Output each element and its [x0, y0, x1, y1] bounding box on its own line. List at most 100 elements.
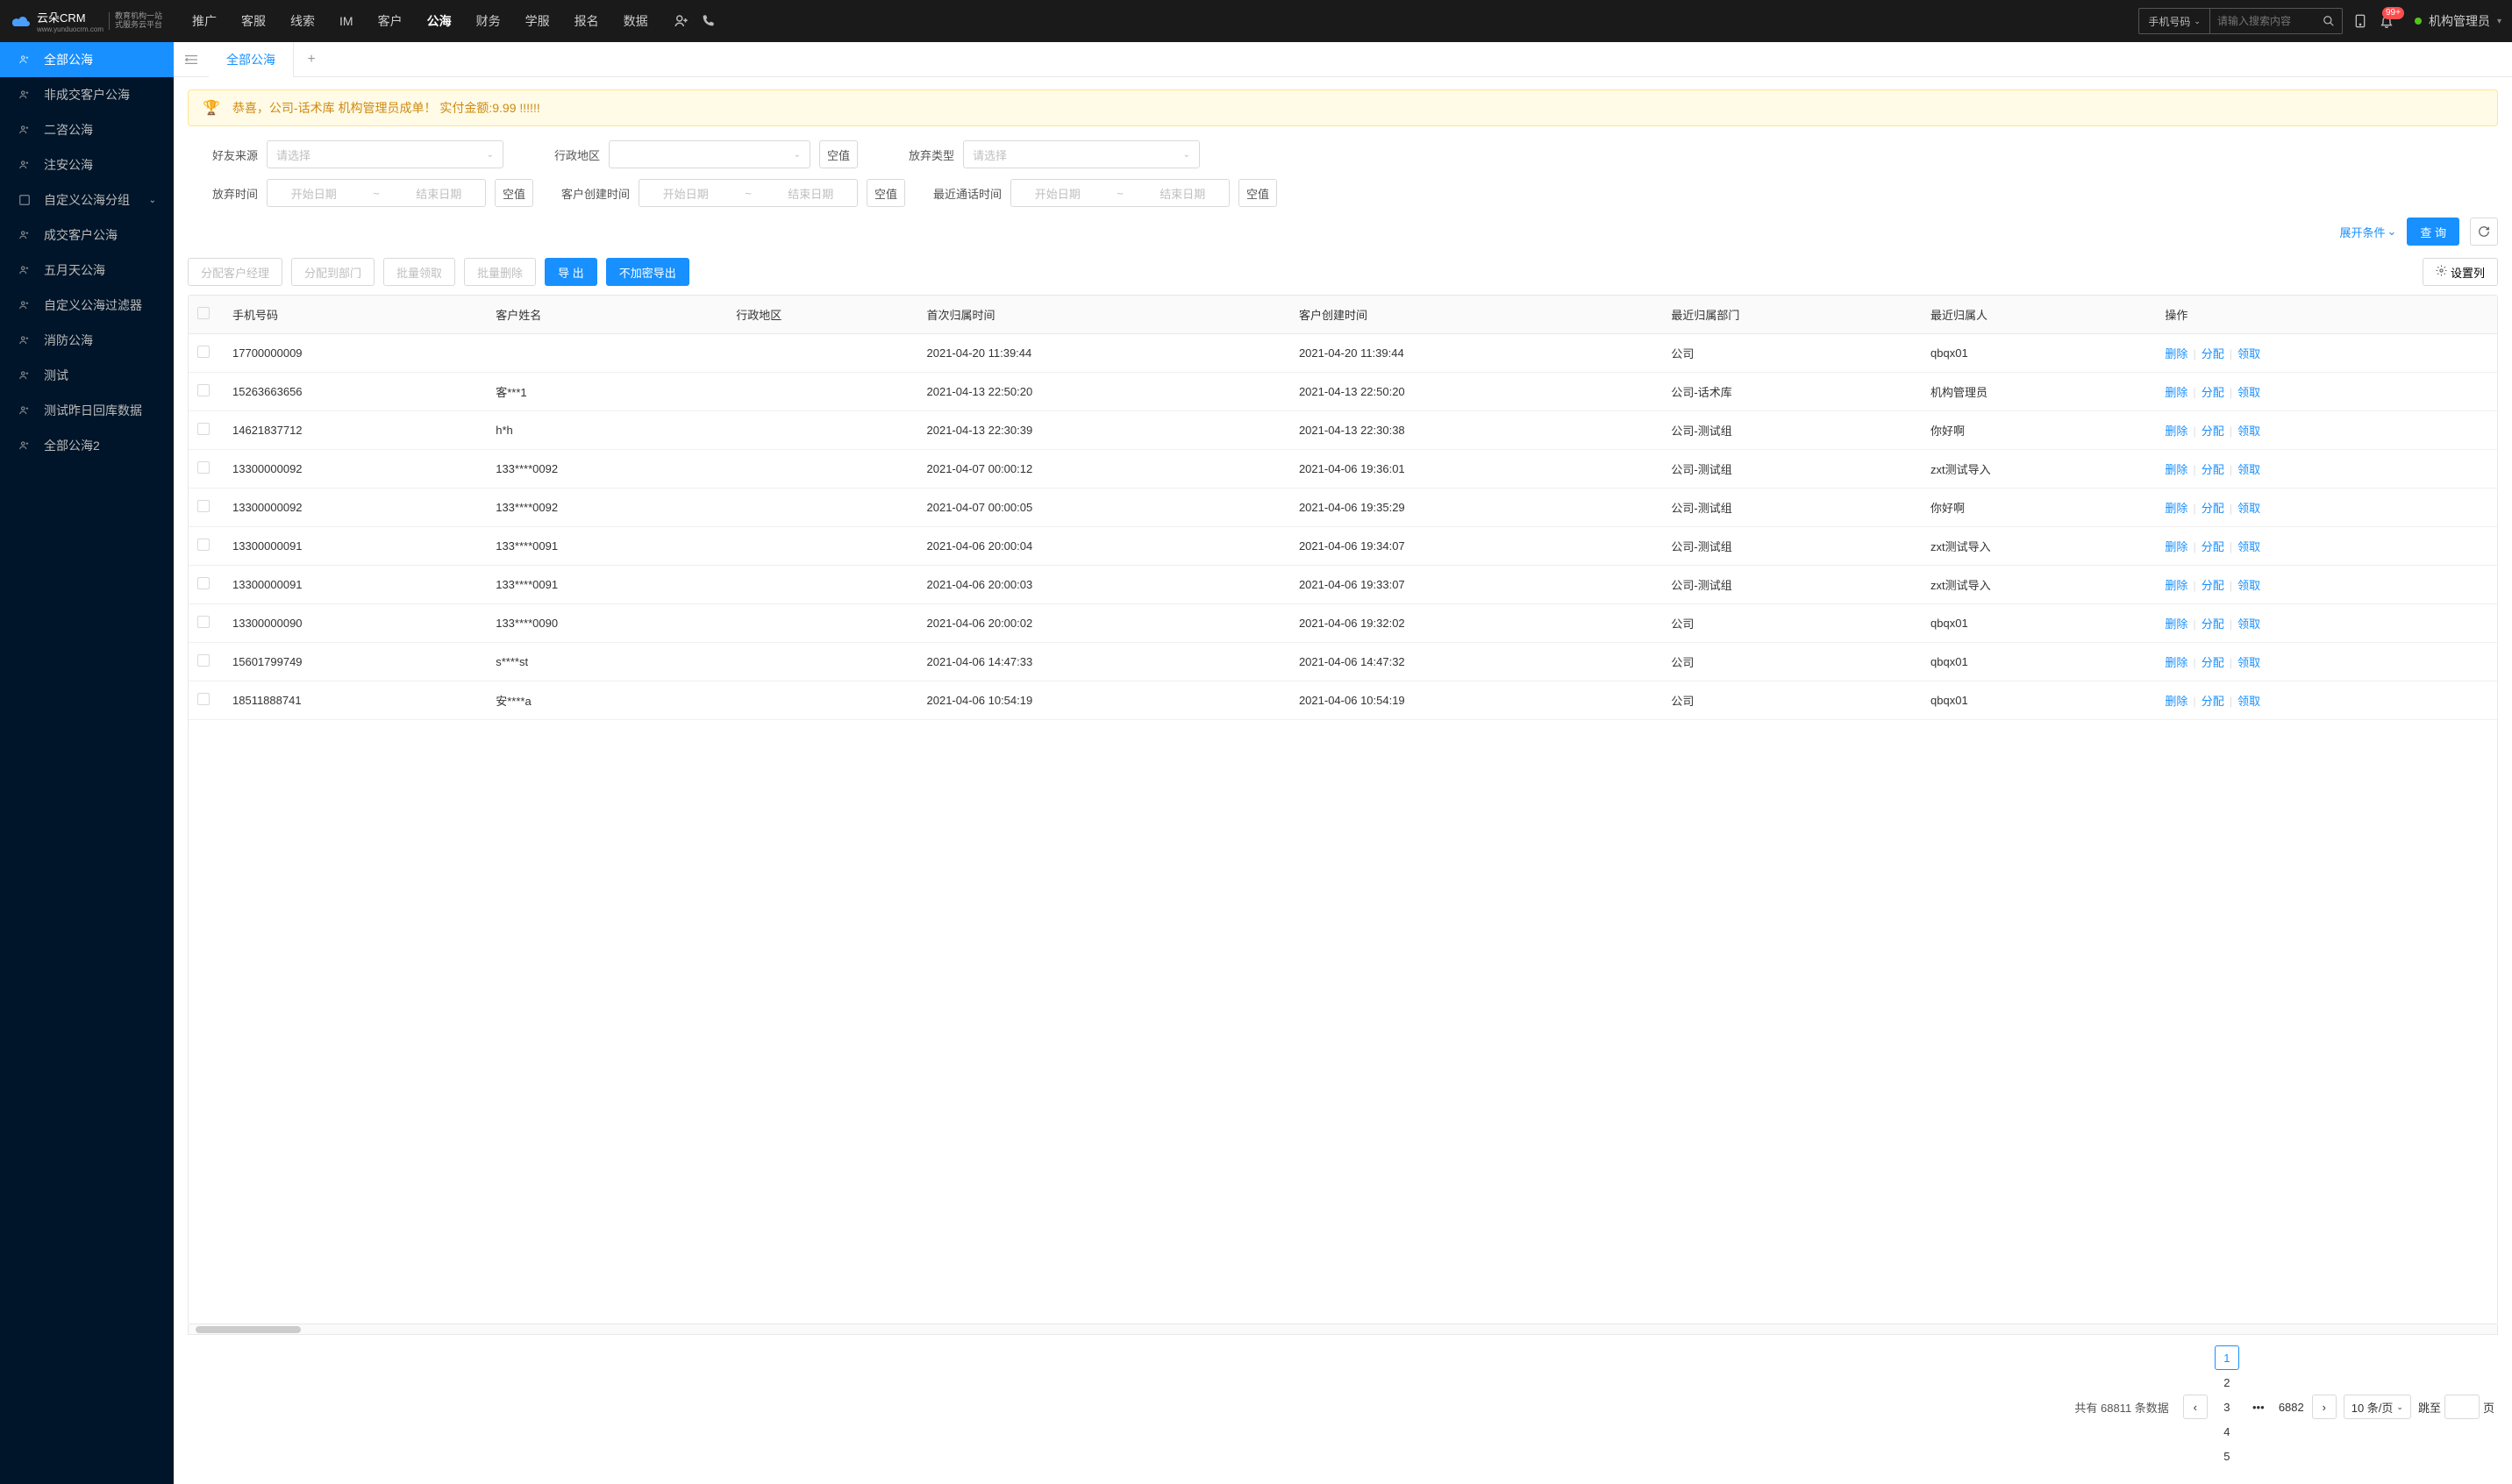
call-time-empty-button[interactable]: 空值 [1238, 179, 1277, 207]
assign-link[interactable]: 分配 [2202, 386, 2224, 399]
nav-item[interactable]: 报名 [562, 0, 611, 42]
row-checkbox[interactable] [197, 423, 210, 435]
refresh-button[interactable] [2470, 218, 2498, 246]
assign-link[interactable]: 分配 [2202, 425, 2224, 438]
row-checkbox[interactable] [197, 500, 210, 512]
nav-item[interactable]: 数据 [611, 0, 660, 42]
row-checkbox[interactable] [197, 461, 210, 474]
admin-region-select[interactable]: ⌄ [609, 140, 810, 168]
nav-item[interactable]: 线索 [278, 0, 327, 42]
row-checkbox[interactable] [197, 616, 210, 628]
export-plain-button[interactable]: 不加密导出 [606, 258, 689, 286]
claim-link[interactable]: 领取 [2237, 502, 2260, 515]
row-checkbox[interactable] [197, 654, 210, 667]
page-size-select[interactable]: 10 条/页⌄ [2344, 1395, 2411, 1419]
sidebar-item[interactable]: 测试昨日回库数据 [0, 393, 174, 428]
abandon-type-select[interactable]: 请选择⌄ [963, 140, 1200, 168]
sidebar-item[interactable]: 测试 [0, 358, 174, 393]
claim-link[interactable]: 领取 [2237, 425, 2260, 438]
nav-item[interactable]: 客服 [229, 0, 278, 42]
delete-link[interactable]: 删除 [2165, 579, 2187, 592]
abandon-time-empty-button[interactable]: 空值 [495, 179, 533, 207]
assign-link[interactable]: 分配 [2202, 463, 2224, 476]
assign-link[interactable]: 分配 [2202, 656, 2224, 669]
logo[interactable]: 云朵CRM www.yunduocrm.com 教育机构一站 式服务云平台 [11, 9, 162, 33]
export-button[interactable]: 导 出 [545, 258, 597, 286]
assign-link[interactable]: 分配 [2202, 579, 2224, 592]
admin-region-empty-button[interactable]: 空值 [819, 140, 858, 168]
assign-link[interactable]: 分配 [2202, 540, 2224, 553]
delete-link[interactable]: 删除 [2165, 386, 2187, 399]
nav-item[interactable]: 财务 [464, 0, 513, 42]
assign-link[interactable]: 分配 [2202, 617, 2224, 631]
create-time-empty-button[interactable]: 空值 [867, 179, 905, 207]
sidebar-item[interactable]: 非成交客户公海 [0, 77, 174, 112]
search-input[interactable] [2210, 15, 2316, 27]
claim-link[interactable]: 领取 [2237, 656, 2260, 669]
page-jump-input[interactable] [2444, 1395, 2480, 1419]
nav-item[interactable]: IM [327, 0, 366, 42]
sidebar-item[interactable]: 五月天公海 [0, 253, 174, 288]
page-number-button[interactable]: 4 [2215, 1419, 2239, 1444]
nav-item[interactable]: 客户 [366, 0, 415, 42]
page-last-button[interactable]: 6882 [2278, 1395, 2305, 1419]
sidebar-item[interactable]: 自定义公海分组⌄ [0, 182, 174, 218]
row-checkbox[interactable] [197, 577, 210, 589]
sidebar-item[interactable]: 全部公海2 [0, 428, 174, 463]
claim-link[interactable]: 领取 [2237, 386, 2260, 399]
search-type-select[interactable]: 手机号码 ⌄ [2139, 9, 2210, 33]
set-columns-button[interactable]: 设置列 [2423, 258, 2498, 286]
tab-all-sea[interactable]: 全部公海 [209, 42, 294, 77]
nav-item[interactable]: 推广 [180, 0, 229, 42]
expand-filters-button[interactable]: 展开条件⌄ [2339, 224, 2396, 240]
delete-link[interactable]: 删除 [2165, 347, 2187, 360]
tabs-collapse-icon[interactable] [174, 54, 209, 65]
sidebar-item[interactable]: 二咨公海 [0, 112, 174, 147]
tab-add-button[interactable]: + [294, 52, 329, 68]
search-button[interactable] [2316, 9, 2342, 33]
sidebar-item[interactable]: 自定义公海过滤器 [0, 288, 174, 323]
sidebar-item[interactable]: 消防公海 [0, 323, 174, 358]
friend-source-select[interactable]: 请选择⌄ [267, 140, 503, 168]
search-button[interactable]: 查 询 [2407, 218, 2459, 246]
call-time-range[interactable]: 开始日期~结束日期 [1010, 179, 1230, 207]
assign-dept-button[interactable]: 分配到部门 [291, 258, 375, 286]
delete-link[interactable]: 删除 [2165, 656, 2187, 669]
claim-link[interactable]: 领取 [2237, 695, 2260, 708]
page-number-button[interactable]: 1 [2215, 1345, 2239, 1370]
batch-delete-button[interactable]: 批量删除 [464, 258, 536, 286]
page-number-button[interactable]: 3 [2215, 1395, 2239, 1419]
user-menu[interactable]: 机构管理员 ▾ [2404, 12, 2501, 30]
assign-link[interactable]: 分配 [2202, 695, 2224, 708]
select-all-checkbox[interactable] [197, 307, 210, 319]
page-next-button[interactable]: › [2312, 1395, 2337, 1419]
phone-icon[interactable] [699, 12, 717, 30]
row-checkbox[interactable] [197, 693, 210, 705]
delete-link[interactable]: 删除 [2165, 617, 2187, 631]
claim-link[interactable]: 领取 [2237, 579, 2260, 592]
delete-link[interactable]: 删除 [2165, 463, 2187, 476]
sidebar-item[interactable]: 注安公海 [0, 147, 174, 182]
claim-link[interactable]: 领取 [2237, 617, 2260, 631]
sidebar-item[interactable]: 全部公海 [0, 42, 174, 77]
assign-link[interactable]: 分配 [2202, 502, 2224, 515]
delete-link[interactable]: 删除 [2165, 695, 2187, 708]
page-prev-button[interactable]: ‹ [2183, 1395, 2208, 1419]
nav-item[interactable]: 学服 [513, 0, 562, 42]
horizontal-scrollbar[interactable] [188, 1324, 2498, 1335]
create-time-range[interactable]: 开始日期~结束日期 [639, 179, 858, 207]
sidebar-item[interactable]: 成交客户公海 [0, 218, 174, 253]
row-checkbox[interactable] [197, 384, 210, 396]
abandon-time-range[interactable]: 开始日期~结束日期 [267, 179, 486, 207]
batch-claim-button[interactable]: 批量领取 [383, 258, 455, 286]
delete-link[interactable]: 删除 [2165, 502, 2187, 515]
delete-link[interactable]: 删除 [2165, 425, 2187, 438]
claim-link[interactable]: 领取 [2237, 347, 2260, 360]
claim-link[interactable]: 领取 [2237, 540, 2260, 553]
row-checkbox[interactable] [197, 539, 210, 551]
notifications-button[interactable]: 99+ [2378, 12, 2395, 30]
delete-link[interactable]: 删除 [2165, 540, 2187, 553]
claim-link[interactable]: 领取 [2237, 463, 2260, 476]
scrollbar-thumb[interactable] [196, 1326, 301, 1333]
tablet-icon[interactable] [2351, 12, 2369, 30]
